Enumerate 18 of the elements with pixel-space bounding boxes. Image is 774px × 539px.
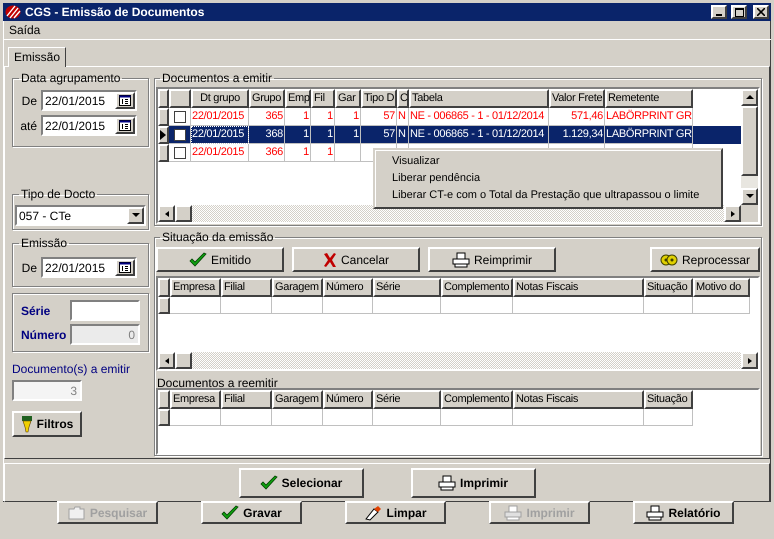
field-label: Documento(s) a emitir bbox=[12, 361, 132, 378]
table-cell: 366 bbox=[249, 144, 285, 162]
field-label: De bbox=[20, 92, 37, 110]
field-label: Número bbox=[21, 326, 66, 344]
group-title: Documentos a emitir bbox=[161, 70, 274, 87]
table-cell: 1 bbox=[311, 144, 335, 162]
table-cell: 1 bbox=[285, 144, 311, 162]
field-label: De bbox=[20, 260, 37, 276]
field-label: Série bbox=[21, 302, 50, 320]
table-cell: 22/01/2015 bbox=[191, 144, 249, 162]
group-title: Data agrupamento bbox=[20, 70, 122, 87]
field-label: até bbox=[19, 118, 37, 134]
group-title: Documentos a reemitir bbox=[156, 375, 279, 388]
group-title: Emissão bbox=[20, 235, 68, 252]
group-title: Situação da emissão bbox=[161, 229, 274, 246]
window-title: CGS - Emissão de Documentos bbox=[25, 4, 206, 21]
input-field: 3 bbox=[12, 380, 82, 401]
group-title: Tipo de Docto bbox=[20, 186, 96, 203]
